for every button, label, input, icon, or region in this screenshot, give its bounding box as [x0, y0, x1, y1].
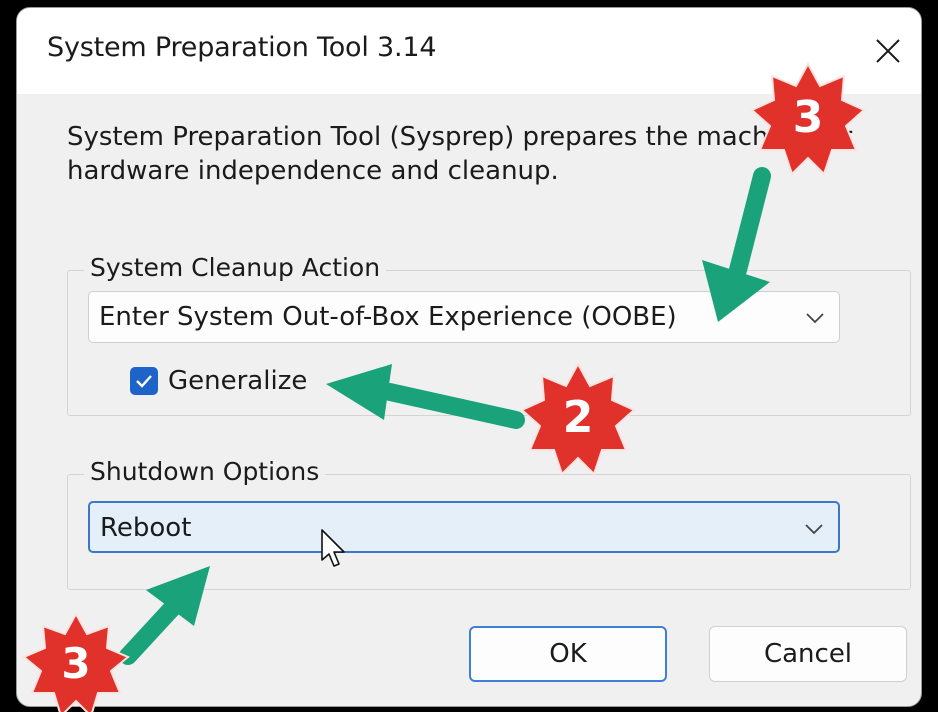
- close-icon: [876, 39, 900, 63]
- cleanup-action-legend: System Cleanup Action: [84, 253, 387, 282]
- generalize-option[interactable]: Generalize: [130, 363, 307, 399]
- shutdown-options-group: Shutdown Options Reboot: [67, 457, 911, 590]
- checkmark-icon: [136, 375, 152, 388]
- cleanup-action-group: System Cleanup Action Enter System Out-o…: [67, 253, 911, 416]
- cleanup-action-select[interactable]: Enter System Out-of-Box Experience (OOBE…: [88, 291, 840, 343]
- ok-button[interactable]: OK: [469, 626, 667, 682]
- close-button[interactable]: [863, 26, 913, 76]
- description-text: System Preparation Tool (Sysprep) prepar…: [67, 122, 853, 186]
- shutdown-options-select[interactable]: Reboot: [88, 501, 840, 553]
- generalize-checkbox[interactable]: [130, 367, 158, 395]
- window-title: System Preparation Tool 3.14: [47, 32, 437, 63]
- chevron-down-icon: [805, 524, 823, 535]
- sysprep-dialog: System Preparation Tool 3.14 System Prep…: [16, 7, 922, 707]
- cleanup-action-value: Enter System Out-of-Box Experience (OOBE…: [99, 302, 677, 332]
- chevron-down-icon: [806, 313, 824, 324]
- cancel-button[interactable]: Cancel: [709, 626, 907, 682]
- shutdown-options-legend: Shutdown Options: [84, 457, 326, 486]
- title-bar: System Preparation Tool 3.14: [17, 8, 921, 94]
- shutdown-options-value: Reboot: [100, 513, 192, 543]
- generalize-label: Generalize: [168, 366, 308, 396]
